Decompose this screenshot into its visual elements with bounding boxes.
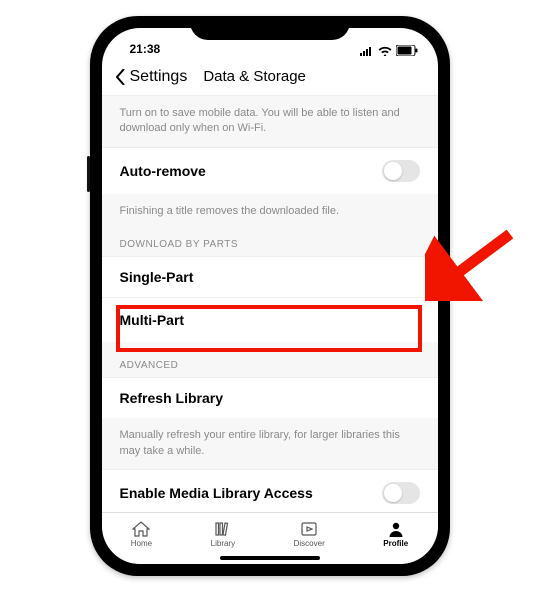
back-label: Settings — [130, 68, 188, 86]
tab-profile-label: Profile — [383, 539, 408, 548]
home-indicator[interactable] — [220, 556, 320, 560]
tab-library-label: Library — [211, 539, 235, 548]
auto-remove-description: Finishing a title removes the downloaded… — [102, 194, 438, 229]
multi-part-label: Multi-Part — [120, 312, 185, 328]
home-icon — [132, 521, 150, 537]
annotation-arrow — [425, 226, 520, 301]
screen: 21:38 Settings Data & Storage Turn on to… — [102, 28, 438, 564]
profile-icon — [387, 521, 405, 537]
refresh-library-description: Manually refresh your entire library, fo… — [102, 418, 438, 469]
media-library-access-row[interactable]: Enable Media Library Access — [102, 469, 438, 512]
chevron-left-icon — [116, 69, 126, 85]
phone-frame: 21:38 Settings Data & Storage Turn on to… — [90, 16, 450, 576]
media-library-access-label: Enable Media Library Access — [120, 485, 313, 501]
status-time: 21:38 — [130, 42, 161, 56]
tab-home-label: Home — [131, 539, 152, 548]
status-icons — [360, 45, 418, 56]
refresh-library-row[interactable]: Refresh Library — [102, 377, 438, 418]
content-scroll[interactable]: Turn on to save mobile data. You will be… — [102, 96, 438, 512]
download-by-parts-header: DOWNLOAD BY PARTS — [102, 229, 438, 256]
wifi-icon — [378, 46, 392, 56]
tab-discover[interactable]: Discover — [294, 521, 325, 548]
tab-home[interactable]: Home — [131, 521, 152, 548]
refresh-library-label: Refresh Library — [120, 390, 223, 406]
multi-part-row[interactable]: Multi-Part — [102, 297, 438, 342]
media-library-access-toggle[interactable] — [382, 482, 420, 504]
library-icon — [214, 521, 232, 537]
tab-discover-label: Discover — [294, 539, 325, 548]
navigation-bar: Settings Data & Storage — [102, 58, 438, 96]
auto-remove-toggle[interactable] — [382, 160, 420, 182]
back-button[interactable]: Settings — [116, 68, 188, 86]
wifi-description: Turn on to save mobile data. You will be… — [102, 96, 438, 147]
status-bar: 21:38 — [102, 28, 438, 58]
page-title: Data & Storage — [203, 68, 306, 85]
auto-remove-label: Auto-remove — [120, 163, 206, 179]
single-part-label: Single-Part — [120, 269, 194, 285]
cellular-icon — [360, 46, 374, 56]
advanced-header: ADVANCED — [102, 342, 438, 377]
tab-library[interactable]: Library — [211, 521, 235, 548]
single-part-row[interactable]: Single-Part — [102, 256, 438, 297]
tab-profile[interactable]: Profile — [383, 521, 408, 548]
auto-remove-row[interactable]: Auto-remove — [102, 147, 438, 194]
discover-icon — [300, 521, 318, 537]
battery-icon — [396, 45, 418, 56]
